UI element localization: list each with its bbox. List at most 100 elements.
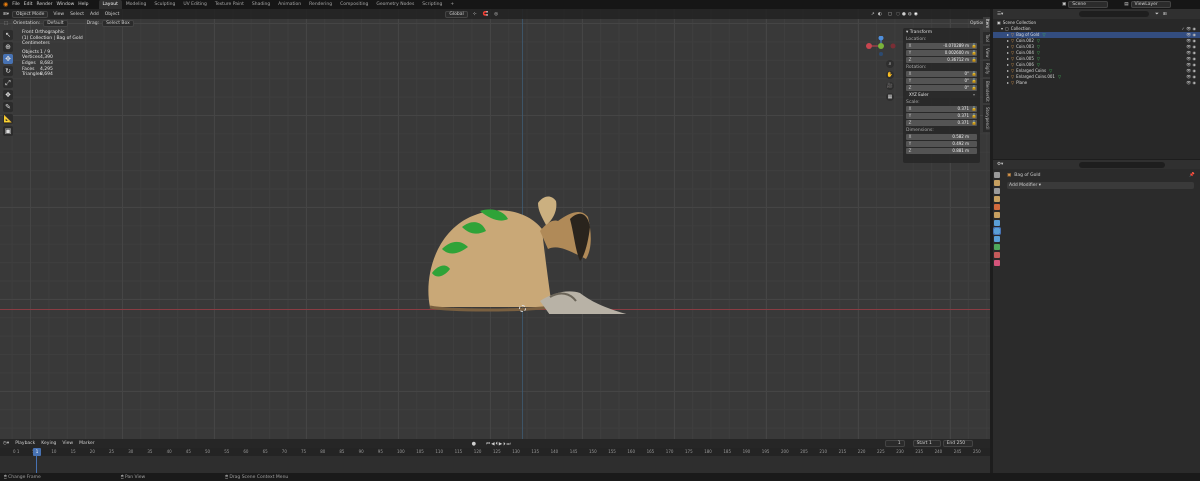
object-name[interactable]: Bag of Gold [1014, 173, 1040, 178]
transform-orientation-selector[interactable]: Global [445, 10, 468, 18]
properties-editor-icon[interactable]: ⚙▾ [997, 162, 1003, 167]
3d-viewport[interactable] [0, 9, 990, 439]
navigation-gizmo[interactable] [864, 36, 898, 56]
sidebar-tab-storypencil[interactable]: Storypencil [983, 105, 990, 132]
shading-rendered-icon[interactable]: ◉ [914, 12, 918, 17]
scale-y-field[interactable]: Y 0.371 🔓 [906, 113, 977, 119]
xray-icon[interactable]: ▢ [888, 12, 892, 17]
new-collection-icon[interactable]: ⊞ [1163, 12, 1167, 17]
location-x-field[interactable]: X -0.070289 m 🔓 [906, 43, 977, 49]
shading-material-icon[interactable]: ◍ [908, 12, 912, 17]
rotation-mode-selector[interactable]: XYZ Euler ▾ [906, 92, 977, 98]
outliner-search-input[interactable] [1079, 11, 1150, 17]
start-frame-field[interactable]: Start 1 [912, 440, 941, 447]
tab-scripting[interactable]: Scripting [418, 0, 446, 9]
timeline-track[interactable] [0, 456, 990, 473]
tab-uv-editing[interactable]: UV Editing [179, 0, 210, 9]
tab-modeling[interactable]: Modeling [122, 0, 150, 9]
scale-tool-icon[interactable]: ⤢ [3, 78, 13, 88]
tab-layout[interactable]: Layout [98, 0, 122, 9]
dimensions-x-field[interactable]: X 0.582 m [906, 134, 977, 140]
timeline-ruler[interactable]: 0151015202530354045505560657075808590951… [0, 448, 990, 456]
tab-texture-paint[interactable]: Texture Paint [211, 0, 248, 9]
timeline-editor-icon[interactable]: ◷▾ [3, 441, 9, 446]
add-modifier-button[interactable]: Add Modifier ▾ [1007, 182, 1194, 189]
tab-rendering[interactable]: Rendering [305, 0, 336, 9]
rotation-z-field[interactable]: Z 0° 🔓 [906, 85, 977, 91]
menu-add[interactable]: Add [87, 12, 102, 17]
proportional-edit-icon[interactable]: ◎ [494, 12, 498, 17]
shading-wireframe-icon[interactable]: ◌ [896, 12, 900, 17]
blender-logo-icon[interactable]: ◉ [3, 1, 8, 8]
sidebar-tab-view[interactable]: View [983, 45, 990, 60]
select-box-icon[interactable]: ⬚ [4, 21, 8, 26]
sidebar-tab-item[interactable]: Item [983, 17, 990, 31]
sidebar-tab-tool[interactable]: Tool [983, 32, 990, 44]
camera-icon[interactable]: 🎥 [886, 82, 894, 90]
overlay-icon[interactable]: ◐ [878, 12, 882, 17]
menu-edit[interactable]: Edit [24, 2, 33, 7]
drag-selector[interactable]: Select Box [102, 19, 134, 27]
transform-tool-icon[interactable]: ❖ [3, 90, 13, 100]
menu-render[interactable]: Render [37, 2, 53, 7]
tab-compositing[interactable]: Compositing [336, 0, 372, 9]
tab-geometry-nodes[interactable]: Geometry Nodes [372, 0, 418, 9]
menu-object[interactable]: Object [102, 12, 123, 17]
scale-z-field[interactable]: Z 0.371 🔓 [906, 120, 977, 126]
location-z-field[interactable]: Z 0.36712 m 🔓 [906, 57, 977, 63]
pivot-icon[interactable]: ⊹ [473, 12, 477, 17]
rotate-tool-icon[interactable]: ↻ [3, 66, 13, 76]
menu-view[interactable]: View [50, 12, 67, 17]
add-workspace-icon[interactable]: + [446, 0, 458, 9]
scene-selector[interactable]: Scene [1068, 1, 1109, 8]
sidebar-tab-blenderkit[interactable]: BlenderKit [983, 78, 990, 104]
shading-solid-icon[interactable]: ● [902, 12, 906, 17]
annotate-tool-icon[interactable]: ✎ [3, 102, 13, 112]
cursor-tool-icon[interactable]: ⊕ [3, 42, 13, 52]
rotation-x-field[interactable]: X 0° 🔓 [906, 71, 977, 77]
rotation-y-field[interactable]: Y 0° 🔓 [906, 78, 977, 84]
3d-cursor-icon[interactable] [519, 305, 526, 312]
tab-animation[interactable]: Animation [274, 0, 305, 9]
sidebar-tab-rigify[interactable]: Rigify [983, 61, 990, 77]
properties-tab-tool-icon[interactable] [994, 172, 1000, 178]
pan-hand-icon[interactable]: ✋ [886, 71, 894, 79]
editor-type-icon[interactable]: ⊞▾ [3, 12, 9, 17]
outliner-item[interactable]: ▸ ▽ Plane 👁 ◉ [993, 80, 1200, 86]
menu-timeline-view[interactable]: View [59, 441, 76, 446]
properties-tab-modifiers-icon[interactable] [993, 227, 1001, 235]
location-y-field[interactable]: Y 0.002600 m 🔓 [906, 50, 977, 56]
outliner-editor-icon[interactable]: ☰▾ [997, 12, 1003, 17]
menu-playback[interactable]: Playback [12, 441, 38, 446]
scale-x-field[interactable]: X 0.371 🔓 [906, 106, 977, 112]
zoom-icon[interactable]: ⌕ [886, 60, 894, 68]
mode-selector[interactable]: Object Mode [12, 10, 49, 18]
properties-tab-world-icon[interactable] [994, 212, 1000, 218]
dimensions-y-field[interactable]: Y 0.492 m [906, 141, 977, 147]
dimensions-z-field[interactable]: Z 0.881 m [906, 148, 977, 154]
properties-search-input[interactable] [1079, 161, 1166, 168]
playhead[interactable]: 1 [33, 448, 41, 456]
orientation-selector[interactable]: Default [43, 19, 68, 27]
properties-tab-view-layer-icon[interactable] [994, 196, 1000, 202]
record-icon[interactable]: ● [472, 441, 476, 447]
snap-icon[interactable]: 🧲 [482, 12, 488, 17]
menu-select[interactable]: Select [67, 12, 87, 17]
view-layer-selector[interactable]: ViewLayer [1130, 1, 1171, 8]
visibility-eye-icon[interactable]: 👁 ◉ [1186, 80, 1196, 86]
bag-of-gold-model[interactable] [420, 189, 640, 314]
properties-tab-data-icon[interactable] [994, 260, 1000, 266]
tab-shading[interactable]: Shading [248, 0, 274, 9]
menu-file[interactable]: File [12, 2, 20, 7]
menu-help[interactable]: Help [78, 2, 88, 7]
properties-tab-physics-icon[interactable] [994, 244, 1000, 250]
properties-tab-object-icon[interactable] [994, 220, 1000, 226]
transform-header[interactable]: ▾ Transform [903, 28, 980, 36]
menu-marker[interactable]: Marker [76, 441, 98, 446]
properties-tab-scene-icon[interactable] [994, 204, 1000, 210]
menu-keying[interactable]: Keying [38, 441, 59, 446]
properties-tab-render-icon[interactable] [994, 180, 1000, 186]
select-tool-icon[interactable]: ↖ [3, 30, 13, 40]
properties-tab-constraints-icon[interactable] [994, 252, 1000, 258]
playback-controls[interactable]: ⏮◀⏴▶⏵⏭ [486, 441, 512, 447]
